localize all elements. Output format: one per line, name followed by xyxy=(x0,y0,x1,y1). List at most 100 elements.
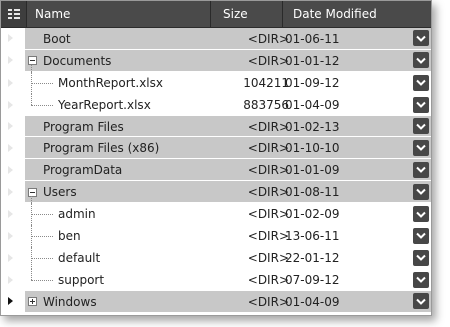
chevron-down-icon xyxy=(416,255,426,262)
cell-date-modified[interactable]: 01-04-09 xyxy=(285,94,339,116)
row-indicator[interactable] xyxy=(1,115,25,137)
expand-toggle-icon[interactable] xyxy=(28,297,37,307)
date-dropdown-button[interactable] xyxy=(413,227,429,244)
cell-name[interactable]: Program Files (x86) xyxy=(43,137,159,158)
cell-date-modified[interactable]: 01-02-09 xyxy=(285,203,339,225)
cell-name[interactable]: Boot xyxy=(43,28,71,49)
cell-size[interactable]: <DIR> xyxy=(211,181,289,202)
date-dropdown-button[interactable] xyxy=(413,293,429,310)
cell-name[interactable]: default xyxy=(58,247,100,269)
column-header-date-modified[interactable]: Date Modified xyxy=(283,1,431,27)
date-dropdown-button[interactable] xyxy=(413,96,429,113)
table-row[interactable]: Program Files <DIR> 01-02-13 xyxy=(1,115,431,138)
chevron-down-icon xyxy=(416,188,426,196)
row-indicator[interactable] xyxy=(1,137,25,159)
collapse-toggle-icon[interactable] xyxy=(28,56,37,66)
cell-size[interactable]: <DIR> xyxy=(211,269,289,291)
cell-size[interactable]: <DIR> xyxy=(211,225,289,247)
cell-date-modified[interactable]: 01-01-12 xyxy=(285,50,339,71)
grid-body: Boot <DIR> 01-06-11 Documents <DIR> 01-01-12 M… xyxy=(1,28,431,315)
cell-name[interactable]: support xyxy=(58,269,104,291)
cell-date-modified[interactable]: 01-08-11 xyxy=(285,181,339,202)
cell-date-modified[interactable]: 01-06-11 xyxy=(285,28,339,49)
cell-size[interactable]: <DIR> xyxy=(211,50,289,71)
cell-name[interactable]: Documents xyxy=(43,50,111,71)
row-indicator-arrow-icon xyxy=(8,34,13,43)
cell-name[interactable]: ProgramData xyxy=(43,159,122,180)
column-header-size[interactable]: Size xyxy=(211,1,283,27)
cell-name[interactable]: Users xyxy=(43,181,77,202)
date-dropdown-button[interactable] xyxy=(413,206,429,223)
cell-size[interactable]: 104211 xyxy=(211,72,289,94)
cell-date-modified[interactable]: 01-09-12 xyxy=(285,72,339,94)
row-indicator[interactable] xyxy=(1,181,25,203)
cell-date-modified[interactable]: 01-01-09 xyxy=(285,159,339,180)
cell-size[interactable]: <DIR> xyxy=(211,137,289,158)
cell-date-modified[interactable]: 01-02-13 xyxy=(285,116,339,137)
row-cells: default <DIR> 22-01-12 xyxy=(25,246,431,269)
date-dropdown-button[interactable] xyxy=(413,118,429,134)
table-row[interactable]: default <DIR> 22-01-12 xyxy=(1,246,431,269)
cell-date-modified[interactable]: 01-10-10 xyxy=(285,137,339,158)
cell-name[interactable]: admin xyxy=(58,203,96,225)
table-row[interactable]: MonthReport.xlsx 104211 01-09-12 xyxy=(1,71,431,94)
row-cells: Windows <DIR> 01-04-09 xyxy=(25,290,431,312)
cell-date-modified[interactable]: 01-04-09 xyxy=(285,291,339,312)
row-cells: Documents <DIR> 01-01-12 xyxy=(25,49,431,72)
tree-line xyxy=(31,93,32,105)
cell-name[interactable]: YearReport.xlsx xyxy=(58,94,151,116)
cell-name[interactable]: MonthReport.xlsx xyxy=(58,72,163,94)
cell-name[interactable]: Program Files xyxy=(43,116,124,137)
row-cells: Program Files (x86) <DIR> 01-10-10 xyxy=(25,137,431,159)
date-dropdown-button[interactable] xyxy=(413,30,429,47)
date-dropdown-button[interactable] xyxy=(413,139,429,156)
cell-date-modified[interactable]: 07-09-12 xyxy=(285,269,339,291)
table-row[interactable]: ProgramData <DIR> 01-01-09 xyxy=(1,159,431,182)
column-header-name[interactable]: Name xyxy=(27,1,211,27)
date-dropdown-button[interactable] xyxy=(413,74,429,91)
table-row[interactable]: Users <DIR> 01-08-11 xyxy=(1,181,431,204)
table-row[interactable]: ben <DIR> 13-06-11 xyxy=(1,225,431,247)
row-indicator[interactable] xyxy=(1,225,25,247)
row-indicator-arrow-icon xyxy=(8,100,13,109)
cell-size[interactable]: <DIR> xyxy=(211,291,289,312)
row-indicator[interactable] xyxy=(1,71,25,94)
table-row[interactable]: YearReport.xlsx 883756 01-04-09 xyxy=(1,93,431,116)
date-dropdown-button[interactable] xyxy=(413,183,429,200)
row-indicator[interactable] xyxy=(1,268,25,291)
date-dropdown-button[interactable] xyxy=(413,249,429,266)
table-row[interactable]: Windows <DIR> 01-04-09 xyxy=(1,290,431,313)
row-indicator[interactable] xyxy=(1,246,25,269)
date-dropdown-button[interactable] xyxy=(413,161,429,178)
cell-size[interactable]: <DIR> xyxy=(211,28,289,49)
row-indicator[interactable] xyxy=(1,93,25,116)
row-indicator[interactable] xyxy=(1,290,25,312)
row-indicator[interactable] xyxy=(1,159,25,181)
cell-size[interactable]: <DIR> xyxy=(211,116,289,137)
row-cells: ben <DIR> 13-06-11 xyxy=(25,225,431,247)
cell-size[interactable]: <DIR> xyxy=(211,159,289,180)
cell-size[interactable]: <DIR> xyxy=(211,247,289,269)
date-dropdown-button[interactable] xyxy=(413,52,429,69)
row-indicator[interactable] xyxy=(1,49,25,71)
cell-name[interactable]: ben xyxy=(58,225,81,247)
date-dropdown-button[interactable] xyxy=(413,271,429,288)
table-row[interactable]: Program Files (x86) <DIR> 01-10-10 xyxy=(1,137,431,160)
column-chooser-button[interactable] xyxy=(1,1,27,27)
row-cells: ProgramData <DIR> 01-01-09 xyxy=(25,159,431,181)
cell-size[interactable]: 883756 xyxy=(211,94,289,116)
tree-grid: Name Size Date Modified Boot <DIR> 01-06-1… xyxy=(0,0,432,316)
row-cells: MonthReport.xlsx 104211 01-09-12 xyxy=(25,71,431,94)
tree-line xyxy=(31,214,53,216)
table-row[interactable]: support <DIR> 07-09-12 xyxy=(1,268,431,291)
row-indicator[interactable] xyxy=(1,28,25,49)
collapse-toggle-icon[interactable] xyxy=(28,187,37,197)
table-row[interactable]: admin <DIR> 01-02-09 xyxy=(1,203,431,226)
table-row[interactable]: Boot <DIR> 01-06-11 xyxy=(1,28,431,50)
row-indicator[interactable] xyxy=(1,203,25,226)
cell-size[interactable]: <DIR> xyxy=(211,203,289,225)
cell-date-modified[interactable]: 22-01-12 xyxy=(285,247,339,269)
cell-name[interactable]: Windows xyxy=(43,291,97,312)
cell-date-modified[interactable]: 13-06-11 xyxy=(285,225,339,247)
table-row[interactable]: Documents <DIR> 01-01-12 xyxy=(1,49,431,72)
